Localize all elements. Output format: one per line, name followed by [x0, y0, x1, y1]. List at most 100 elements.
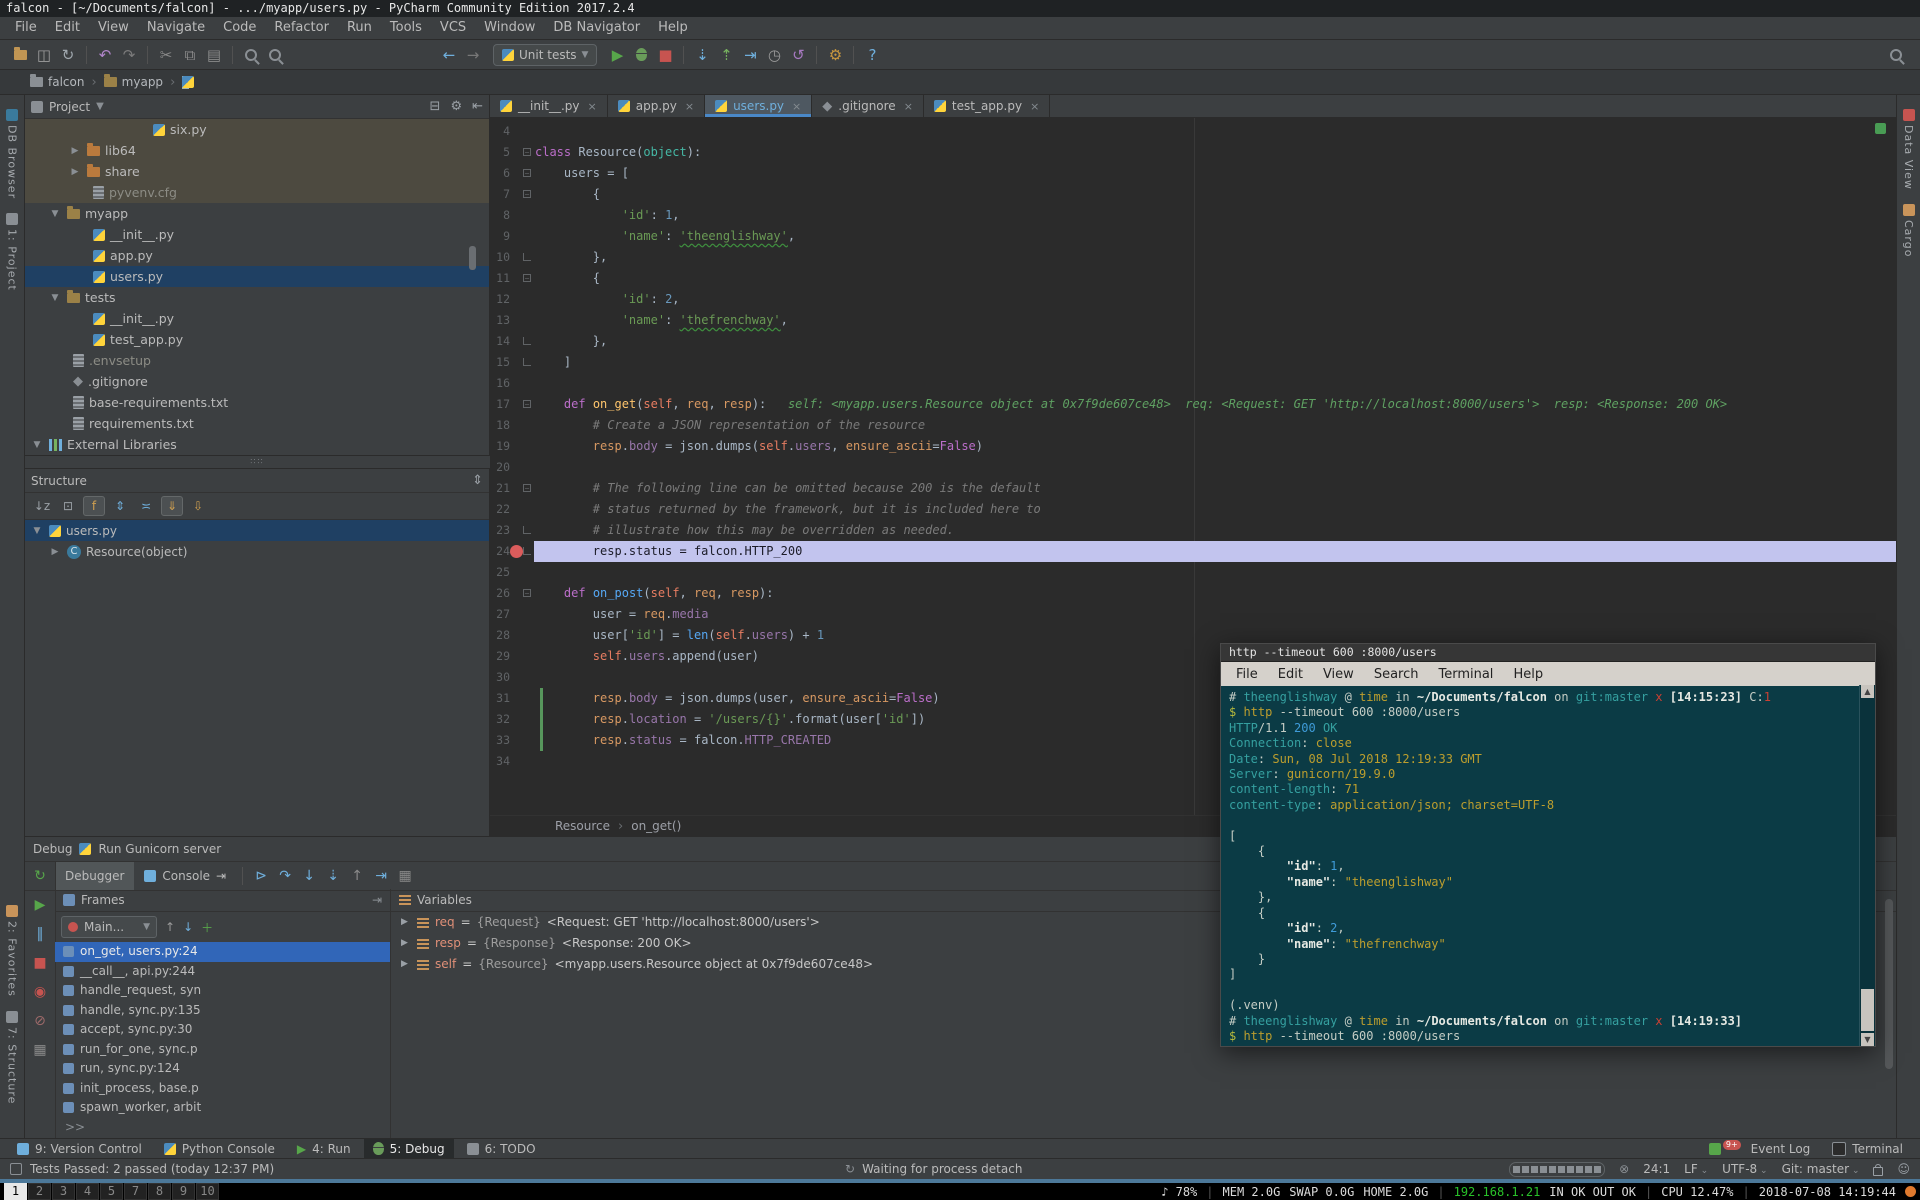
tree-item-myapp[interactable]: ▼myapp: [25, 203, 489, 224]
run-icon[interactable]: ▶: [605, 44, 629, 66]
workspace-1[interactable]: 1: [4, 1183, 27, 1200]
fold-marker-icon[interactable]: −: [523, 589, 531, 597]
workspace-7[interactable]: 7: [124, 1183, 147, 1200]
structure-toolbar-icon-2[interactable]: f: [83, 496, 105, 516]
terminal-menu-search[interactable]: Search: [1365, 667, 1428, 682]
tab-gitignore[interactable]: ◆.gitignore×: [812, 95, 924, 117]
paste-icon[interactable]: ▤: [202, 44, 226, 66]
debug-tab-debugger[interactable]: Debugger: [55, 862, 134, 890]
code-line-13[interactable]: 13 'name': 'thefrenchway',: [490, 310, 1896, 331]
tree-item-base-requirements-txt[interactable]: base-requirements.txt: [25, 392, 489, 413]
editor-breadcrumb-item[interactable]: Resource: [555, 819, 610, 833]
file-encoding[interactable]: UTF-8 ⌄: [1722, 1162, 1767, 1176]
copy-icon[interactable]: ⧉: [178, 44, 202, 66]
terminal-menu-file[interactable]: File: [1227, 667, 1267, 682]
inspections-ok-icon[interactable]: [1875, 123, 1886, 134]
project-tree[interactable]: six.py▶lib64▶sharepyvenv.cfg▼myapp__init…: [25, 119, 489, 455]
fold-marker-icon[interactable]: −: [523, 169, 531, 177]
terminal-window[interactable]: http --timeout 600 :8000/users FileEditV…: [1220, 643, 1876, 1047]
find-icon[interactable]: [239, 44, 263, 66]
line-separator[interactable]: LF ⌄: [1684, 1162, 1708, 1176]
frame-row[interactable]: accept, sync.py:30: [55, 1020, 390, 1040]
stripe-button-7-structure[interactable]: 7: Structure: [0, 1011, 24, 1104]
fold-marker-icon[interactable]: [523, 547, 531, 555]
force-step-into-icon[interactable]: ⇣: [321, 865, 345, 887]
menu-run[interactable]: Run: [338, 17, 381, 39]
tree-item-lib64[interactable]: ▶lib64: [25, 140, 489, 161]
tree-item--envsetup[interactable]: .envsetup: [25, 350, 489, 371]
breakpoint-icon[interactable]: [510, 545, 523, 558]
tree-item-users-py[interactable]: ▼users.py: [25, 520, 489, 541]
code-line-6[interactable]: 6− users = [: [490, 163, 1896, 184]
close-icon[interactable]: ×: [685, 100, 694, 113]
restore-layout-icon[interactable]: ▦: [28, 1039, 52, 1061]
project-scrollbar[interactable]: [469, 246, 476, 270]
code-line-15[interactable]: 15 ]: [490, 352, 1896, 373]
stop-icon[interactable]: ■: [653, 44, 677, 66]
frame-row[interactable]: run_for_one, sync.p: [55, 1040, 390, 1060]
menu-tools[interactable]: Tools: [381, 17, 431, 39]
tree-item-six-py[interactable]: six.py: [25, 119, 489, 140]
menu-window[interactable]: Window: [475, 17, 544, 39]
structure-toolbar-icon-1[interactable]: ⊡: [57, 496, 79, 516]
breadcrumb-item-falcon[interactable]: falcon: [30, 75, 84, 89]
fold-marker-icon[interactable]: −: [523, 274, 531, 282]
debug-icon[interactable]: [629, 44, 653, 66]
step-into-icon[interactable]: ↓: [297, 865, 321, 887]
structure-toolbar-icon-0[interactable]: ↓z: [31, 496, 53, 516]
code-line-24[interactable]: 24 resp.status = falcon.HTTP_200: [490, 541, 1896, 562]
frame-row[interactable]: run, sync.py:124: [55, 1059, 390, 1079]
run-to-cursor-icon[interactable]: ⇥: [369, 865, 393, 887]
hide-panel-icon[interactable]: ⇤: [472, 99, 483, 114]
push-icon[interactable]: ⇥: [738, 44, 762, 66]
tree-item-__init__-py[interactable]: __init__.py: [25, 308, 489, 329]
menu-file[interactable]: File: [6, 17, 46, 39]
gear-icon[interactable]: ⚙: [450, 99, 462, 114]
fold-marker-icon[interactable]: −: [523, 484, 531, 492]
structure-toolbar-icon-6[interactable]: ⇩: [187, 496, 209, 516]
tab-test_apppy[interactable]: test_app.py×: [924, 95, 1050, 117]
stripe-button-2-favorites[interactable]: 2: Favorites: [0, 905, 24, 997]
workspace-8[interactable]: 8: [148, 1183, 171, 1200]
terminal-menu-terminal[interactable]: Terminal: [1429, 667, 1502, 682]
close-icon[interactable]: ×: [588, 100, 597, 113]
structure-toolbar-icon-4[interactable]: ≍: [135, 496, 157, 516]
toggle-stripes-icon[interactable]: [10, 1163, 22, 1175]
tool-button-5-debug[interactable]: 5: Debug: [364, 1139, 454, 1159]
synchronize-icon[interactable]: ↻: [56, 44, 80, 66]
tool-button-6-todo[interactable]: 6: TODO: [458, 1139, 545, 1159]
close-icon[interactable]: ×: [904, 100, 913, 113]
frame-row[interactable]: init_process, base.p: [55, 1079, 390, 1099]
tool-button-python-console[interactable]: Python Console: [155, 1139, 284, 1159]
fold-marker-icon[interactable]: [523, 337, 531, 345]
code-line-22[interactable]: 22 # status returned by the framework, b…: [490, 499, 1896, 520]
tree-item-test_app-py[interactable]: test_app.py: [25, 329, 489, 350]
caret-position[interactable]: 24:1: [1643, 1162, 1670, 1176]
tree-item-app-py[interactable]: app.py: [25, 245, 489, 266]
replace-icon[interactable]: [263, 44, 287, 66]
rollback-icon[interactable]: ↺: [786, 44, 810, 66]
close-icon[interactable]: ×: [792, 100, 801, 113]
tree-item-__init__-py[interactable]: __init__.py: [25, 224, 489, 245]
history-icon[interactable]: ◷: [762, 44, 786, 66]
code-line-12[interactable]: 12 'id': 2,: [490, 289, 1896, 310]
terminal-title[interactable]: http --timeout 600 :8000/users: [1221, 644, 1875, 662]
menu-db-navigator[interactable]: DB Navigator: [544, 17, 649, 39]
frame-row[interactable]: handle_request, syn: [55, 981, 390, 1001]
close-icon[interactable]: ×: [1030, 100, 1039, 113]
code-line-17[interactable]: 17− def on_get(self, req, resp): self: <…: [490, 394, 1896, 415]
help-icon[interactable]: ?: [860, 44, 884, 66]
git-branch[interactable]: Git: master ⌄: [1782, 1162, 1860, 1176]
view-breakpoints-icon[interactable]: ◉: [28, 981, 52, 1003]
stripe-button-cargo[interactable]: Cargo: [1897, 204, 1920, 257]
code-line-23[interactable]: 23 # illustrate how this may be overridd…: [490, 520, 1896, 541]
thread-select[interactable]: Main... ▼: [61, 916, 157, 938]
code-line-19[interactable]: 19 resp.body = json.dumps(self.users, en…: [490, 436, 1896, 457]
terminal-menu-view[interactable]: View: [1314, 667, 1363, 682]
tree-item-share[interactable]: ▶share: [25, 161, 489, 182]
tab-userspy[interactable]: users.py×: [705, 95, 812, 117]
tab-apppy[interactable]: app.py×: [608, 95, 705, 117]
step-over-icon[interactable]: ↷: [273, 865, 297, 887]
tool-button-4-run[interactable]: ▶4: Run: [288, 1139, 360, 1159]
code-line-21[interactable]: 21− # The following line can be omitted …: [490, 478, 1896, 499]
